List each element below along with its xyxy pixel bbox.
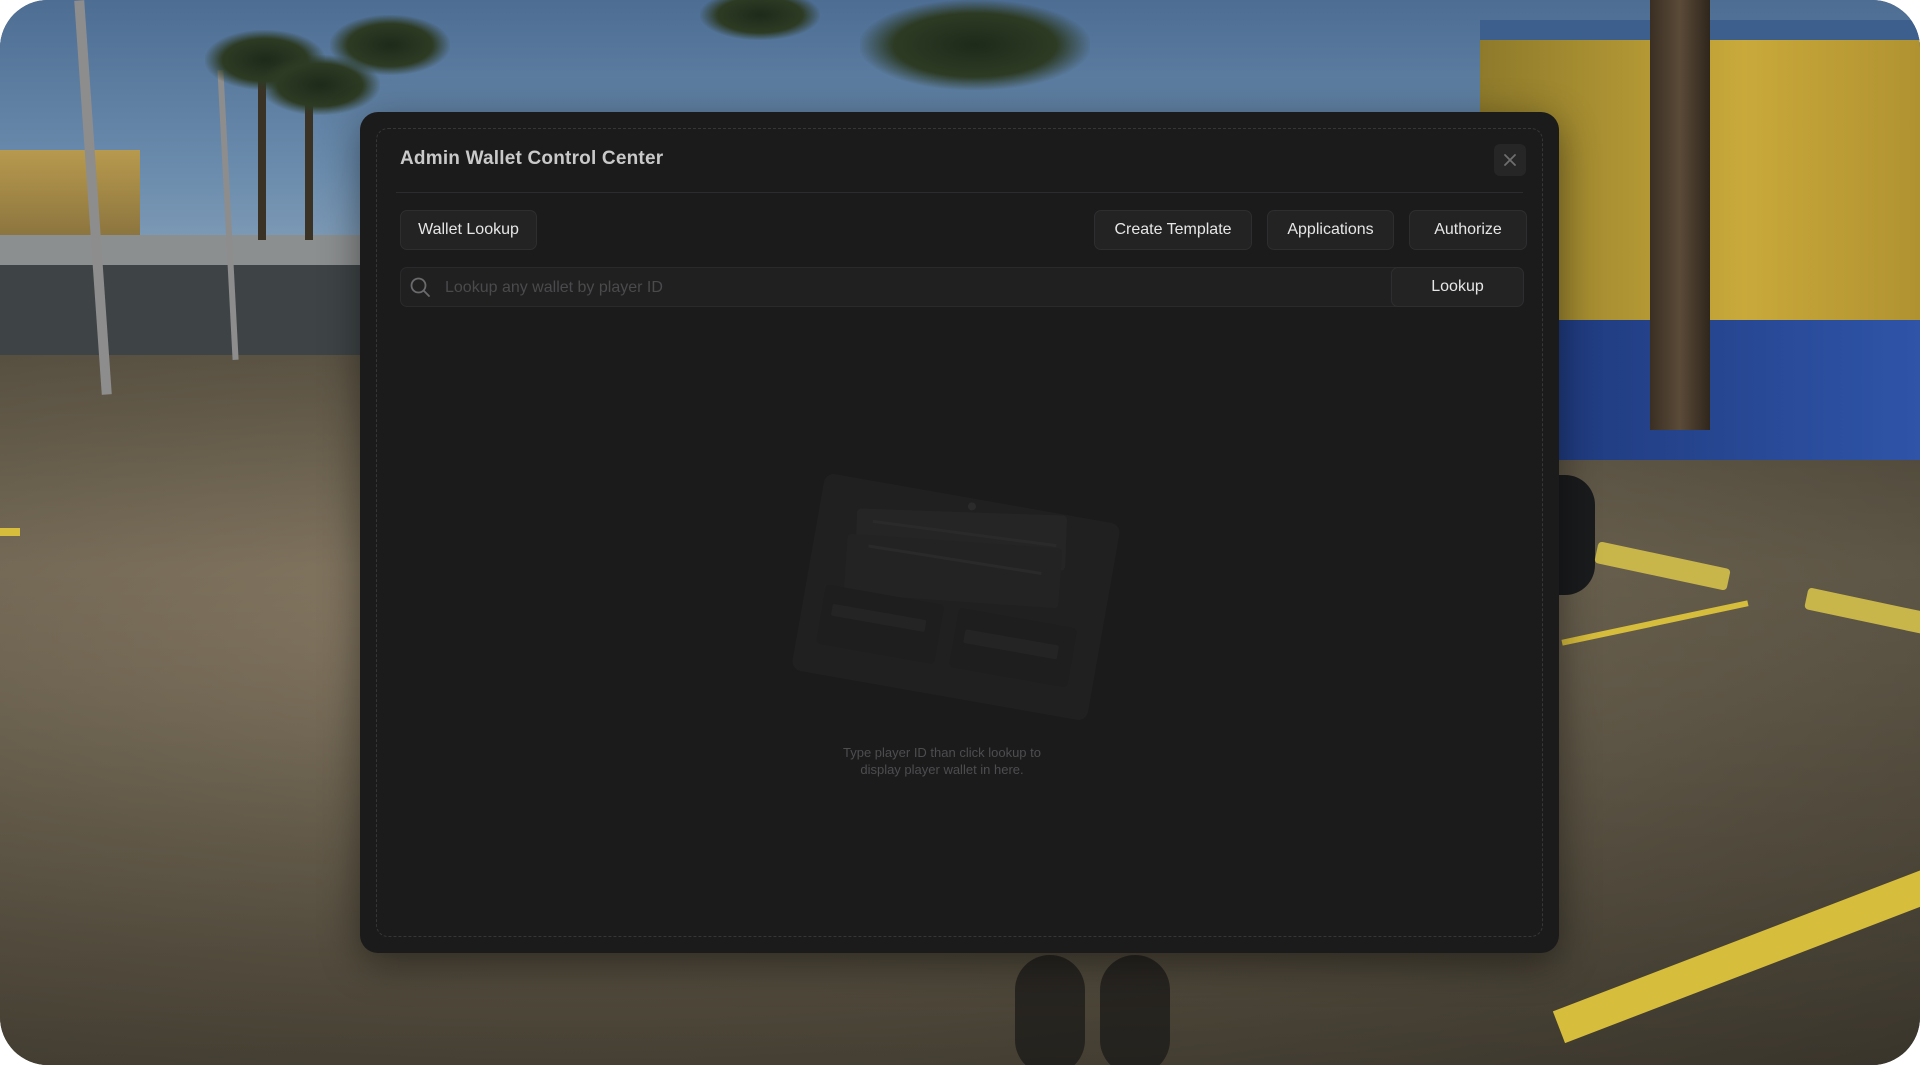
close-button[interactable]: [1494, 144, 1526, 176]
lookup-button[interactable]: Lookup: [1391, 267, 1524, 307]
modal-title: Admin Wallet Control Center: [400, 148, 664, 169]
header-divider: [396, 192, 1523, 193]
tab-authorize[interactable]: Authorize: [1409, 210, 1527, 250]
tab-create-template[interactable]: Create Template: [1094, 210, 1252, 250]
wallet-icon: [792, 474, 1120, 720]
close-icon: [1504, 154, 1516, 166]
search-box: [400, 267, 1413, 308]
overpass: [0, 235, 380, 265]
tab-applications[interactable]: Applications: [1267, 210, 1394, 250]
parked-car: [1555, 475, 1595, 595]
empty-state-line-1: Type player ID than click lookup to: [843, 745, 1041, 760]
admin-wallet-modal: Admin Wallet Control Center Wallet Looku…: [360, 112, 1559, 953]
parking-stripe: [0, 528, 20, 536]
palm-crown: [860, 0, 1090, 90]
tab-wallet-lookup[interactable]: Wallet Lookup: [400, 210, 537, 250]
search-icon: [410, 277, 430, 297]
empty-state-message: Type player ID than click lookup to disp…: [760, 744, 1124, 778]
player-shadow: [1015, 955, 1085, 1065]
palm-crown: [330, 15, 450, 75]
player-shadow: [1100, 955, 1170, 1065]
overpass-underside: [0, 265, 380, 355]
game-screen: Admin Wallet Control Center Wallet Looku…: [0, 0, 1920, 1065]
palm-crown: [700, 0, 820, 40]
player-id-search-input[interactable]: [443, 268, 1397, 308]
palm-trunk-right: [1650, 0, 1710, 430]
empty-state-line-2: display player wallet in here.: [860, 762, 1024, 777]
blue-fence-wall: [1540, 320, 1920, 460]
